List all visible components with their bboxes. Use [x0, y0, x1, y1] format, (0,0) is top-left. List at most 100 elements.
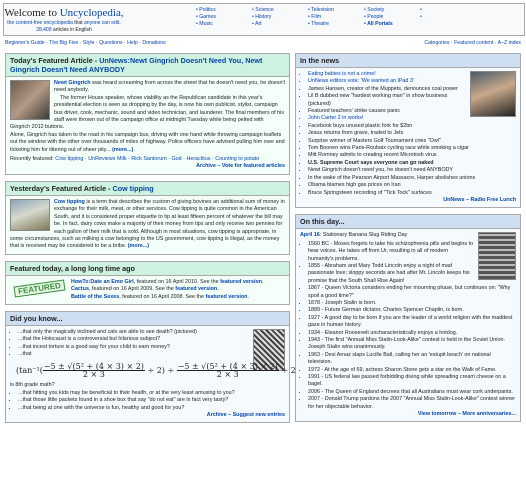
stalin-image[interactable]	[478, 232, 516, 281]
otd-date-rest: : Stationary Banana Slug Riding Day	[319, 232, 408, 239]
list-item: ...that only the magically inclined and …	[18, 329, 285, 336]
math-formula: (tan⁻¹(−5 ± √(5² + (4 × 3) × 2) 2 × 3 ÷ 2…	[16, 362, 325, 379]
dyk-list-2: ...that hitting you kids may be benefici…	[10, 390, 285, 412]
yesterday-title-link[interactable]: Cow tipping	[113, 184, 154, 193]
in-the-news-heading: In the news	[296, 54, 520, 68]
list-item: ...that hitting you kids may be benefici…	[18, 390, 285, 397]
nav-style[interactable]: Style	[83, 40, 95, 46]
site-name-link[interactable]: Uncyclopedia,	[60, 7, 124, 19]
article-count[interactable]: 28,409	[36, 27, 51, 33]
otd-item: 2007 - Donald Trump pardons the 2007 "An…	[308, 396, 516, 411]
formula-mid: ÷ 2) ÷	[144, 365, 177, 375]
otd-item: 1878 - Joseph Stalin is born.	[308, 300, 516, 307]
longago-featured-version-link[interactable]: featured version	[220, 279, 262, 285]
portal-film[interactable]: Film	[308, 14, 364, 21]
news-item: In the wake of the Pearson Airport Massa…	[308, 175, 516, 182]
portal-history[interactable]: History	[252, 14, 308, 21]
cow-tipping-image[interactable]	[10, 198, 50, 231]
featured-p2: The former House speaker, whose viabilit…	[10, 94, 285, 131]
nav-questions[interactable]: Questions	[99, 40, 122, 46]
news-item: Jesus returns from grave, traded to Jets	[308, 130, 516, 137]
nav-categories[interactable]: Categories	[424, 40, 449, 46]
newt-gingrich-image[interactable]	[10, 80, 50, 120]
longago-item-link[interactable]: Battle of the Sexes	[71, 294, 119, 300]
longago-item-end: .	[262, 278, 264, 285]
longago-item-link[interactable]: Cactus	[71, 286, 89, 292]
news-item: Obama blames high gas prices on Iran	[308, 182, 516, 189]
longago-featured-version-link[interactable]: featured version	[175, 286, 217, 292]
on-this-day-heading: On this day...	[296, 215, 520, 230]
nav-beginners-guide[interactable]: Beginner's Guide	[5, 40, 45, 46]
otd-date-link[interactable]: April 16	[300, 232, 320, 238]
featured-heading-text: Today's Featured Article -	[10, 56, 100, 65]
otd-item: 1972 - At the age of 69, actress Sharon …	[308, 367, 516, 374]
portal-society[interactable]: Society	[364, 7, 420, 14]
edit-link[interactable]: anyone can edit.	[84, 20, 121, 26]
dyk-archive-link[interactable]: Archive – Suggest new entries	[10, 412, 285, 419]
tagline-mid: that	[72, 20, 85, 26]
longago-item-end: .	[217, 286, 219, 293]
news-item: U.S. Supreme Court says everyone can go …	[308, 160, 516, 167]
featured-archive-link[interactable]: Archive – Vote for featured articles	[10, 163, 285, 170]
longago-featured-version-link[interactable]: featured version	[206, 294, 248, 300]
long-ago-heading: Featured today, a long long time ago	[6, 261, 289, 276]
otd-item: 1943 - The first "Annual Miss Stalin-Loo…	[308, 337, 516, 352]
longago-item-text: , featured on 16 April 2009. See the	[88, 286, 176, 293]
formula-fraction: −5 ± √(5² + (4 × 3) × 2) 2 × 3	[176, 362, 279, 379]
did-you-know-box: Did you know... ...that only the magical…	[5, 310, 325, 424]
featured-article-heading: Today's Featured Article - UnNews:Newt G…	[6, 54, 289, 77]
formula-denominator: 2 × 3	[216, 369, 239, 379]
featured-more-link[interactable]: (more...)	[112, 147, 133, 153]
portal-television[interactable]: Television	[308, 7, 364, 14]
dyk-list: ...that only the magically inclined and …	[10, 329, 285, 359]
nav-donations[interactable]: Donations	[142, 40, 165, 46]
portal-art[interactable]: Art	[252, 21, 308, 28]
nav-help[interactable]: Help	[127, 40, 138, 46]
right-column: In the news Eating babies is not a crime…	[295, 53, 521, 428]
nav-bar: Beginner's Guide · The Big Five · Style …	[5, 40, 521, 46]
cow-tipping-link[interactable]: Cow tipping	[54, 199, 85, 205]
otd-item: 1991 - US federal law passed forbidding …	[308, 374, 516, 389]
portal-science[interactable]: Science	[252, 7, 308, 14]
nav-featured-content[interactable]: Featured content	[454, 40, 493, 46]
yesterday-more-link[interactable]: (more...)	[128, 243, 149, 249]
news-footer-link[interactable]: UnNews – Radio Free Lunch	[300, 197, 516, 204]
recent-list[interactable]: Cow tipping · UnReviews Milk · Rick Sant…	[55, 156, 259, 162]
news-item: Mitt Romney admits to creating recent Mi…	[308, 152, 516, 159]
portal-politics[interactable]: Politics	[196, 7, 252, 14]
otd-item: 1889 - Future German dictator, Charles S…	[308, 307, 516, 314]
portal-theatre[interactable]: Theatre	[308, 21, 364, 28]
portal-music[interactable]: Music	[196, 21, 252, 28]
otd-item: 2006 - The Queen of England decrees that…	[308, 389, 516, 396]
tagline-link[interactable]: the content-free encyclopedia	[7, 20, 73, 26]
portal-people[interactable]: People	[364, 14, 420, 21]
otd-item: 1934 - Eleanor Roosevelt uncharacteristi…	[308, 330, 516, 337]
portal-games[interactable]: Games	[196, 14, 252, 21]
otd-item: 1867 - Queen Victoria considers ending h…	[308, 285, 516, 300]
formula-tail: is 8th grade math?	[10, 382, 55, 389]
news-item: Tom Boonen wins Paris-Roubaix cycling ra…	[308, 145, 516, 152]
featured-p3: Alone, Gingrich has taken to the road in…	[10, 131, 285, 153]
longago-item-text: , featured on 16 April 2008. See the	[119, 293, 206, 300]
otd-item: 1927 - A good day to be born if you are …	[308, 315, 516, 330]
welcome-title-prefix: Welcome to	[4, 7, 60, 19]
newt-link[interactable]: Newt Gingrich	[54, 80, 91, 86]
nav-big-five[interactable]: The Big Five	[49, 40, 78, 46]
longago-item-end: .	[247, 293, 249, 300]
formula-fraction: −5 ± √(5² + (4 × 3) × 2) 2 × 3	[42, 362, 145, 379]
yesterday-article-box: Yesterday's Featured Article - Cow tippi…	[5, 180, 290, 255]
top-banner: Welcome to Uncyclopedia, the content-fre…	[3, 3, 525, 36]
recent-label: Recently featured:	[10, 156, 56, 163]
lil-b-image[interactable]	[470, 71, 516, 117]
longago-item-link[interactable]: HowTo:Date an Emo Girl	[71, 279, 134, 285]
nav-az-index[interactable]: A–Z index	[498, 40, 521, 46]
otd-footer-link[interactable]: View tomorrow – More anniversaries...	[300, 411, 516, 418]
yesterday-heading: Yesterday's Featured Article - Cow tippi…	[6, 181, 289, 196]
news-item: Facebook buys unused plastic fork for $2…	[308, 123, 516, 130]
portal-all[interactable]: All Portals	[364, 21, 420, 28]
did-you-know-heading: Did you know...	[6, 311, 289, 326]
longago-item-text: , featured on 16 April 2010. See the	[133, 278, 221, 285]
list-item: ...that being at one with the universe i…	[18, 405, 285, 412]
list-item: ...that incest torture is a good way for…	[18, 344, 285, 351]
welcome-block: Welcome to Uncyclopedia, the content-fre…	[4, 4, 124, 34]
